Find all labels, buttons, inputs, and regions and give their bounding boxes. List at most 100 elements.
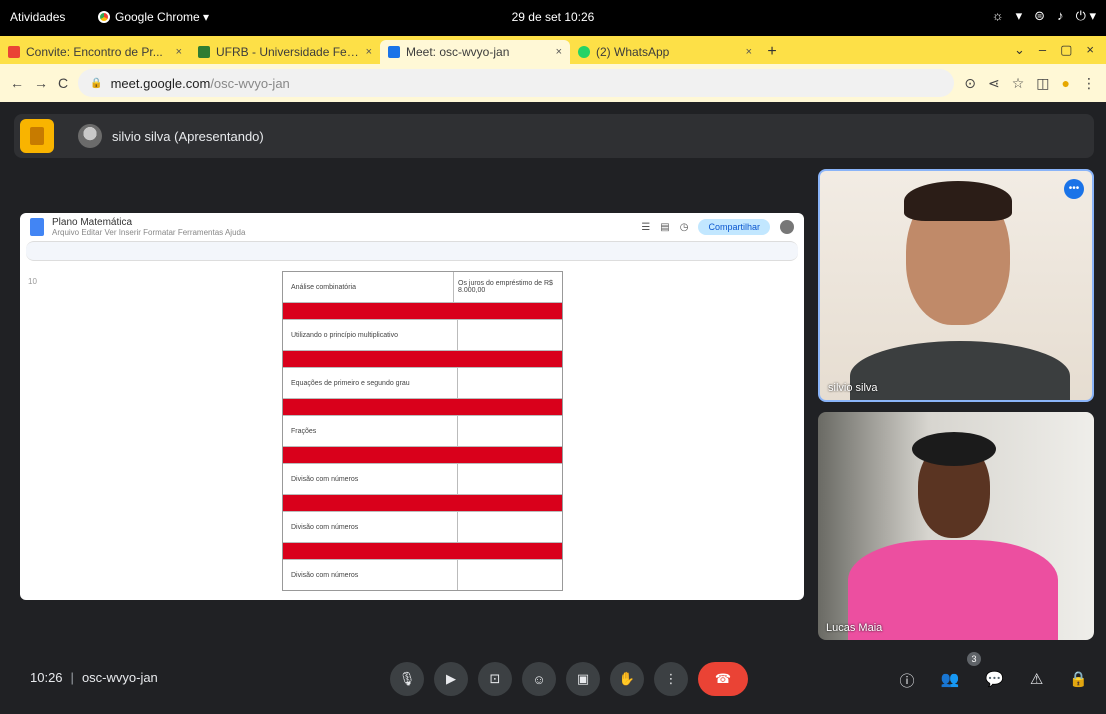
present-button[interactable]: ▣: [566, 662, 600, 696]
participant-tile[interactable]: Lucas Maia: [818, 412, 1094, 640]
table-cell: Os juros do empréstimo de R$ 8.000,00: [458, 280, 553, 294]
close-window-button[interactable]: ×: [1086, 42, 1094, 58]
tab-title: Convite: Encontro de Pr...: [26, 45, 163, 59]
system-tray[interactable]: ☼ ▾ ⊜ ♪ ⏻ ▾: [992, 8, 1096, 24]
doc-title: Plano Matemática: [52, 217, 133, 228]
window-controls: ⌄ – ▢ ×: [1014, 42, 1106, 64]
shared-screen: Plano Matemática Arquivo Editar Ver Inse…: [20, 213, 804, 600]
tab-title: Meet: osc-wvyo-jan: [406, 45, 510, 59]
tab-title: UFRB - Universidade Fed...: [216, 45, 360, 59]
reload-icon[interactable]: C: [58, 75, 68, 91]
bookmark-star-icon[interactable]: ☆: [1012, 75, 1025, 92]
volume-icon[interactable]: ♪: [1057, 8, 1064, 24]
url-path: /osc-wvyo-jan: [210, 75, 290, 91]
table-row: Utilizando o princípio multiplicativo: [283, 320, 562, 351]
table-row: Divisão com números: [283, 560, 562, 590]
close-icon[interactable]: ×: [556, 46, 562, 58]
chrome-menu-icon[interactable]: ⋮: [1082, 75, 1096, 92]
doc-menu: Arquivo Editar Ver Inserir Formatar Ferr…: [52, 228, 246, 237]
leave-call-button[interactable]: ☎: [698, 662, 748, 696]
activities-icon[interactable]: ⚠: [1030, 670, 1043, 691]
meeting-details-icon[interactable]: ⓘ: [899, 670, 914, 691]
people-icon[interactable]: 👥: [940, 670, 959, 691]
docs-header: Plano Matemática Arquivo Editar Ver Inse…: [20, 213, 804, 241]
slides-logo-icon: [20, 119, 54, 153]
more-options-icon[interactable]: •••: [1064, 179, 1084, 199]
docs-icon: [30, 218, 44, 236]
table-row: Análise combinatória Os juros do emprésti…: [283, 272, 562, 303]
right-controls: ⓘ 👥 💬 ⚠ 🔒: [899, 670, 1088, 691]
tab-search-icon[interactable]: ⌄: [1014, 42, 1025, 58]
docs-actions: ☰ ▤ ◷ Compartilhar: [641, 219, 794, 235]
tab-convite[interactable]: Convite: Encontro de Pr... ×: [0, 40, 190, 64]
os-top-bar: Atividades Google Chrome ▾ 29 de set 10:…: [0, 0, 1106, 36]
ufrb-icon: [198, 46, 210, 58]
table-red-band: [283, 399, 562, 416]
call-controls: 🎙 ▶ ⊡ ☺ ▣ ✋ ⋮ ☎: [390, 662, 748, 696]
table-cell: Análise combinatória: [283, 272, 454, 302]
comment-icon: ▤: [660, 221, 670, 233]
forward-icon[interactable]: →: [34, 75, 48, 91]
tab-whatsapp[interactable]: (2) WhatsApp ×: [570, 40, 760, 64]
table-red-band: [283, 543, 562, 560]
share-icon[interactable]: ⋖: [988, 75, 1000, 92]
meet-icon: [388, 46, 400, 58]
table-red-band: [283, 303, 562, 320]
mic-button[interactable]: 🎙: [390, 662, 424, 696]
clock[interactable]: 29 de set 10:26: [0, 10, 1106, 24]
meeting-code: osc-wvyo-jan: [81, 670, 158, 685]
presenter-info: silvio silva (Apresentando): [78, 124, 264, 148]
doc-ruler: 10: [28, 277, 37, 286]
table-cell: Equações de primeiro e segundo grau: [283, 368, 458, 398]
participant-tile[interactable]: ••• silvio silva: [818, 169, 1094, 402]
profile-avatar[interactable]: ●: [1062, 75, 1070, 91]
doc-share-button: Compartilhar: [698, 219, 770, 235]
address-bar[interactable]: 🔒 meet.google.com/osc-wvyo-jan: [78, 69, 955, 97]
url-domain: meet.google.com: [110, 75, 211, 91]
raise-hand-button[interactable]: ✋: [610, 662, 644, 696]
close-icon[interactable]: ×: [366, 46, 372, 58]
meet-small-icon: ◷: [679, 221, 689, 233]
history-icon: ☰: [641, 221, 651, 233]
tab-title: (2) WhatsApp: [596, 45, 670, 59]
close-icon[interactable]: ×: [176, 46, 182, 58]
table-cell: Frações: [283, 416, 458, 446]
separator: |: [70, 670, 74, 685]
wifi-icon[interactable]: ⊜: [1034, 8, 1045, 24]
more-options-button[interactable]: ⋮: [654, 662, 688, 696]
emoji-button[interactable]: ☺: [522, 662, 556, 696]
maximize-button[interactable]: ▢: [1060, 42, 1072, 58]
presentation-header: silvio silva (Apresentando): [14, 114, 1094, 158]
tab-strip: Convite: Encontro de Pr... × UFRB - Univ…: [0, 36, 1106, 64]
tab-meet[interactable]: Meet: osc-wvyo-jan ×: [380, 40, 570, 64]
participant-video: [850, 341, 1070, 400]
table-cell: Utilizando o princípio multiplicativo: [283, 320, 458, 350]
meeting-info: 10:26 | osc-wvyo-jan: [30, 670, 158, 685]
meeting-time: 10:26: [30, 670, 63, 685]
close-icon[interactable]: ×: [746, 46, 752, 58]
whatsapp-icon: [578, 46, 590, 58]
table-row: Divisão com números: [283, 512, 562, 543]
brightness-icon[interactable]: ☼: [992, 8, 1004, 24]
doc-table: Análise combinatória Os juros do emprésti…: [282, 271, 563, 591]
captions-button[interactable]: ⊡: [478, 662, 512, 696]
camera-button[interactable]: ▶: [434, 662, 468, 696]
host-controls-icon[interactable]: 🔒: [1069, 670, 1088, 691]
tab-ufrb[interactable]: UFRB - Universidade Fed... ×: [190, 40, 380, 64]
meet-control-bar: 10:26 | osc-wvyo-jan 🎙 ▶ ⊡ ☺ ▣ ✋ ⋮ ☎ 3 ⓘ…: [0, 650, 1106, 714]
presenter-label: silvio silva (Apresentando): [112, 128, 264, 144]
table-cell: Divisão com números: [283, 464, 458, 494]
participant-name: Lucas Maia: [826, 622, 883, 634]
doc-page: Análise combinatória Os juros do emprésti…: [240, 265, 610, 600]
minimize-button[interactable]: –: [1039, 42, 1046, 58]
network-icon[interactable]: ▾: [1016, 8, 1023, 24]
lock-icon[interactable]: 🔒: [90, 78, 102, 89]
sidepanel-icon[interactable]: ◫: [1036, 75, 1049, 92]
back-icon[interactable]: ←: [10, 75, 24, 91]
new-tab-button[interactable]: +: [760, 40, 784, 64]
camera-status-icon[interactable]: ⊙: [964, 75, 976, 92]
power-icon[interactable]: ⏻ ▾: [1076, 8, 1096, 24]
gmail-icon: [8, 46, 20, 58]
chat-icon[interactable]: 💬: [985, 670, 1004, 691]
table-row: Frações: [283, 416, 562, 447]
